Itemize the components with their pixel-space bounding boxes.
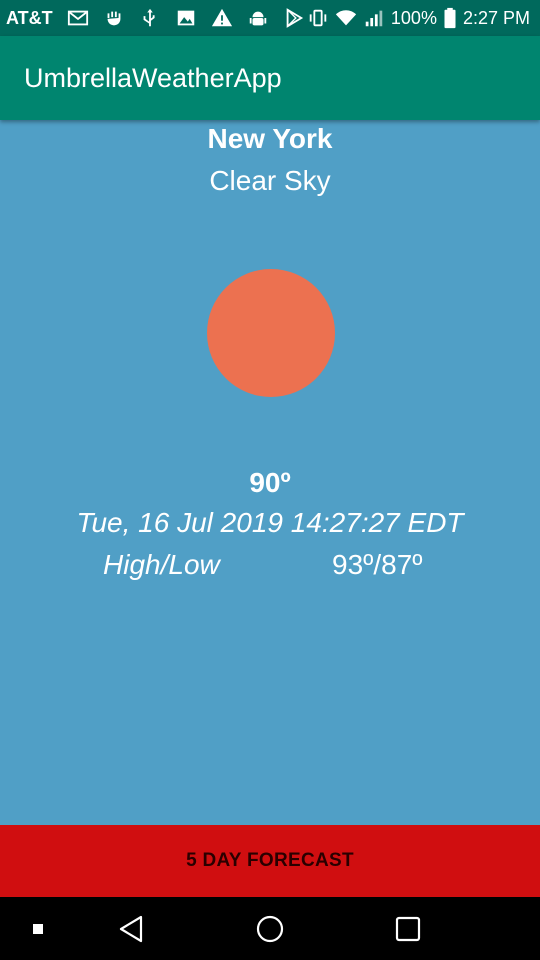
play-store-icon <box>283 7 305 29</box>
usb-icon <box>139 7 161 29</box>
home-circle-icon <box>256 915 284 942</box>
date-time: Tue, 16 Jul 2019 14:27:27 EDT <box>76 507 464 538</box>
home-button[interactable] <box>245 897 295 960</box>
hand-icon <box>103 7 125 29</box>
back-button[interactable] <box>106 897 156 960</box>
gmail-icon <box>67 7 89 29</box>
android-debug-icon <box>247 7 269 29</box>
wifi-icon <box>335 7 357 29</box>
sun-icon <box>207 269 335 397</box>
navigation-bar <box>0 897 540 960</box>
status-left: AT&T <box>6 7 305 29</box>
city-name: New York <box>207 123 333 154</box>
image-icon <box>175 7 197 29</box>
back-triangle-icon <box>119 915 143 942</box>
weather-screen: AT&T 100% 2:27 PM UmbrellaWeatherApp New… <box>0 0 540 960</box>
status-time: 2:27 PM <box>462 7 530 28</box>
vibrate-icon <box>307 7 329 29</box>
warning-icon <box>211 7 233 29</box>
status-right: 100% 2:27 PM <box>307 7 530 29</box>
app-bar: UmbrellaWeatherApp <box>0 36 540 120</box>
high-low-value: 93º/87º <box>332 549 423 580</box>
weather-condition: Clear Sky <box>209 165 331 196</box>
overview-square-icon <box>395 916 421 941</box>
square-dot-icon <box>33 923 43 934</box>
app-title: UmbrellaWeatherApp <box>24 62 282 93</box>
status-bar: AT&T 100% 2:27 PM <box>0 0 540 36</box>
signal-icon <box>363 7 385 29</box>
current-temperature: 90º <box>249 467 291 498</box>
high-low-label: High/Low <box>103 549 220 580</box>
five-day-forecast-button[interactable]: 5 DAY FORECAST <box>0 825 540 897</box>
battery-icon <box>443 7 457 29</box>
battery-percent: 100% <box>390 7 437 28</box>
carrier-label: AT&T <box>6 7 53 28</box>
overview-button[interactable] <box>383 897 433 960</box>
recent-apps-dot-button[interactable] <box>18 897 58 960</box>
